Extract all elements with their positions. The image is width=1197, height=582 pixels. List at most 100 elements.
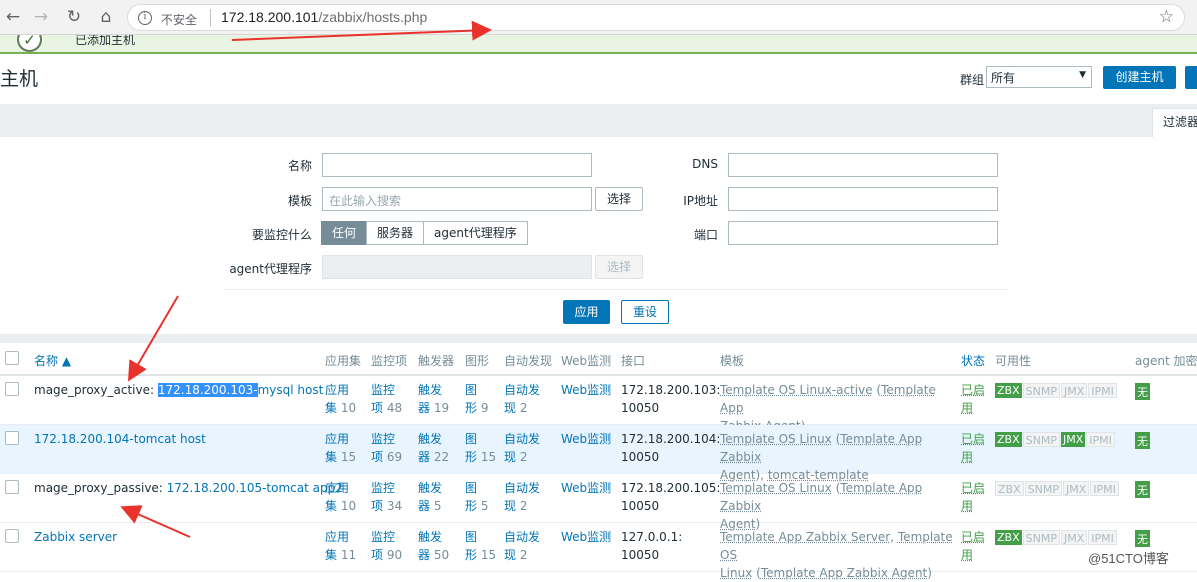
success-message-text: 已添加主机 <box>75 35 136 47</box>
triggers-link[interactable]: 触发器 19 <box>418 381 449 417</box>
applications-link[interactable]: 应用集 15 <box>325 430 356 466</box>
apply-button[interactable]: 应用 <box>563 300 610 324</box>
applications-link[interactable]: 应用集 10 <box>325 381 356 417</box>
address-bar[interactable]: i 不安全 172.18.200.101/zabbix/hosts.php ☆ <box>127 4 1185 31</box>
template-link[interactable]: Linux <box>720 566 752 580</box>
template-link[interactable]: Template OS Linux-active <box>720 383 873 397</box>
filter-template-input[interactable]: 在此输入搜索 <box>322 187 592 211</box>
template-link[interactable]: Template OS Linux <box>720 432 832 446</box>
group-select[interactable]: 所有 ▼ <box>986 66 1092 88</box>
import-button[interactable] <box>1185 66 1197 89</box>
status-toggle[interactable]: 已启用 <box>961 479 985 515</box>
filter-name-input[interactable] <box>322 153 592 177</box>
items-link-label-2: 项 <box>371 499 384 513</box>
graphs-link-label-2: 形 <box>465 499 478 513</box>
applications-link[interactable]: 应用集 11 <box>325 528 356 564</box>
reset-button[interactable]: 重设 <box>621 300 669 324</box>
host-name-link[interactable]: 172.18.200.104-tomcat host <box>34 432 206 446</box>
availability-jmx-badge: JMX <box>1060 432 1086 447</box>
triggers-link[interactable]: 触发器 22 <box>418 430 449 466</box>
create-host-button[interactable]: 创建主机 <box>1103 66 1176 89</box>
template-link[interactable]: Template App Zabbix Agent <box>761 566 927 580</box>
bookmark-star-icon[interactable]: ☆ <box>1159 7 1174 27</box>
back-icon[interactable]: ← <box>2 6 24 28</box>
items-link[interactable]: 监控项 90 <box>371 528 402 564</box>
status-toggle[interactable]: 已启用 <box>961 430 985 466</box>
items-link[interactable]: 监控项 69 <box>371 430 402 466</box>
monitor-option-server[interactable]: 服务器 <box>366 221 425 245</box>
status-toggle[interactable]: 已启用 <box>961 528 985 564</box>
info-icon[interactable]: i <box>138 11 152 25</box>
filter-ip-input[interactable] <box>728 187 998 211</box>
discovery-link[interactable]: 自动发现 2 <box>504 430 540 466</box>
host-name-link[interactable]: mysql host <box>258 383 324 397</box>
templates: Template App Zabbix Server, Template OS L… <box>720 528 955 582</box>
filter-dns-input[interactable] <box>728 153 998 177</box>
triggers-link-label: 触发 <box>418 432 443 446</box>
proxy-prefix: mage_proxy_passive: <box>34 481 167 495</box>
status-label-2: 用 <box>961 499 974 513</box>
host-name-link[interactable]: Zabbix server <box>34 530 117 544</box>
applications-link-label: 应用 <box>325 481 350 495</box>
web-link[interactable]: Web监测 <box>561 479 611 497</box>
monitor-option-any[interactable]: 任何 <box>321 221 368 245</box>
interface: 172.18.200.105: 10050 <box>621 479 720 515</box>
graphs-link-label: 图 <box>465 481 478 495</box>
items-link[interactable]: 监控项 34 <box>371 479 402 515</box>
status-label: 已启 <box>961 530 986 544</box>
triggers-link[interactable]: 触发器 5 <box>418 479 442 515</box>
row-checkbox[interactable] <box>5 529 19 543</box>
graphs-link[interactable]: 图形 9 <box>465 381 488 417</box>
discovery-link-label: 自动发 <box>504 432 541 446</box>
discovery-link-label: 自动发 <box>504 383 541 397</box>
availability-snmp-badge: SNMP <box>1022 383 1060 398</box>
filter-tab[interactable]: 过滤器 <box>1152 108 1197 138</box>
template-link[interactable]: Template App Zabbix Server <box>720 530 890 544</box>
availability-jmx-badge: JMX <box>1060 530 1088 545</box>
filter-divider <box>225 289 1007 290</box>
template-link[interactable]: Template OS Linux <box>720 481 832 495</box>
col-status-sort[interactable]: 状态 <box>961 352 985 369</box>
proxy-prefix: mage_proxy_active: <box>34 383 158 397</box>
url-text[interactable]: 172.18.200.101/zabbix/hosts.php <box>221 9 427 25</box>
home-icon[interactable]: ⌂ <box>95 6 117 28</box>
monitor-option-proxy[interactable]: agent代理程序 <box>423 221 528 245</box>
graphs-link-count: 5 <box>480 499 489 513</box>
row-checkbox[interactable] <box>5 431 19 445</box>
applications-link-label-2: 集 <box>325 450 338 464</box>
template-sep: , <box>890 530 898 544</box>
select-all-checkbox[interactable] <box>5 351 19 365</box>
row-checkbox[interactable] <box>5 382 19 396</box>
filter-proxy-input <box>322 255 592 279</box>
host-name-link[interactable]: 172.18.200.105-tomcat app2 <box>167 481 343 495</box>
availability-ipmi-badge: IPMI <box>1088 383 1117 398</box>
filter-port-input[interactable] <box>728 221 998 245</box>
discovery-link-count: 2 <box>519 401 528 415</box>
col-name-sort[interactable]: 名称 ▲ <box>34 352 71 369</box>
graphs-link[interactable]: 图形 15 <box>465 430 496 466</box>
web-link[interactable]: Web监测 <box>561 381 611 399</box>
graphs-link[interactable]: 图形 15 <box>465 528 496 564</box>
filter-dns-label: DNS <box>692 157 718 171</box>
forward-icon[interactable]: → <box>30 6 52 28</box>
items-link[interactable]: 监控项 48 <box>371 381 402 417</box>
discovery-link[interactable]: 自动发现 2 <box>504 381 540 417</box>
row-checkbox[interactable] <box>5 480 19 494</box>
template-select-button[interactable]: 选择 <box>595 187 643 211</box>
interface: 172.18.200.103: 10050 <box>621 381 720 417</box>
graphs-link-label: 图 <box>465 432 478 446</box>
host-name-selected[interactable]: 172.18.200.103- <box>157 383 258 397</box>
discovery-link-count: 2 <box>519 499 528 513</box>
browser-toolbar: ← → ↻ ⌂ i 不安全 172.18.200.101/zabbix/host… <box>0 0 1197 35</box>
discovery-link[interactable]: 自动发现 2 <box>504 479 540 515</box>
web-link[interactable]: Web监测 <box>561 430 611 448</box>
applications-link[interactable]: 应用集 10 <box>325 479 356 515</box>
items-link-label: 监控 <box>371 383 396 397</box>
web-link[interactable]: Web监测 <box>561 528 611 546</box>
graphs-link[interactable]: 图形 5 <box>465 479 488 515</box>
triggers-link[interactable]: 触发器 50 <box>418 528 449 564</box>
status-toggle[interactable]: 已启用 <box>961 381 985 417</box>
host-name: 172.18.200.104-tomcat host <box>34 430 206 448</box>
reload-icon[interactable]: ↻ <box>63 6 85 28</box>
discovery-link[interactable]: 自动发现 2 <box>504 528 540 564</box>
